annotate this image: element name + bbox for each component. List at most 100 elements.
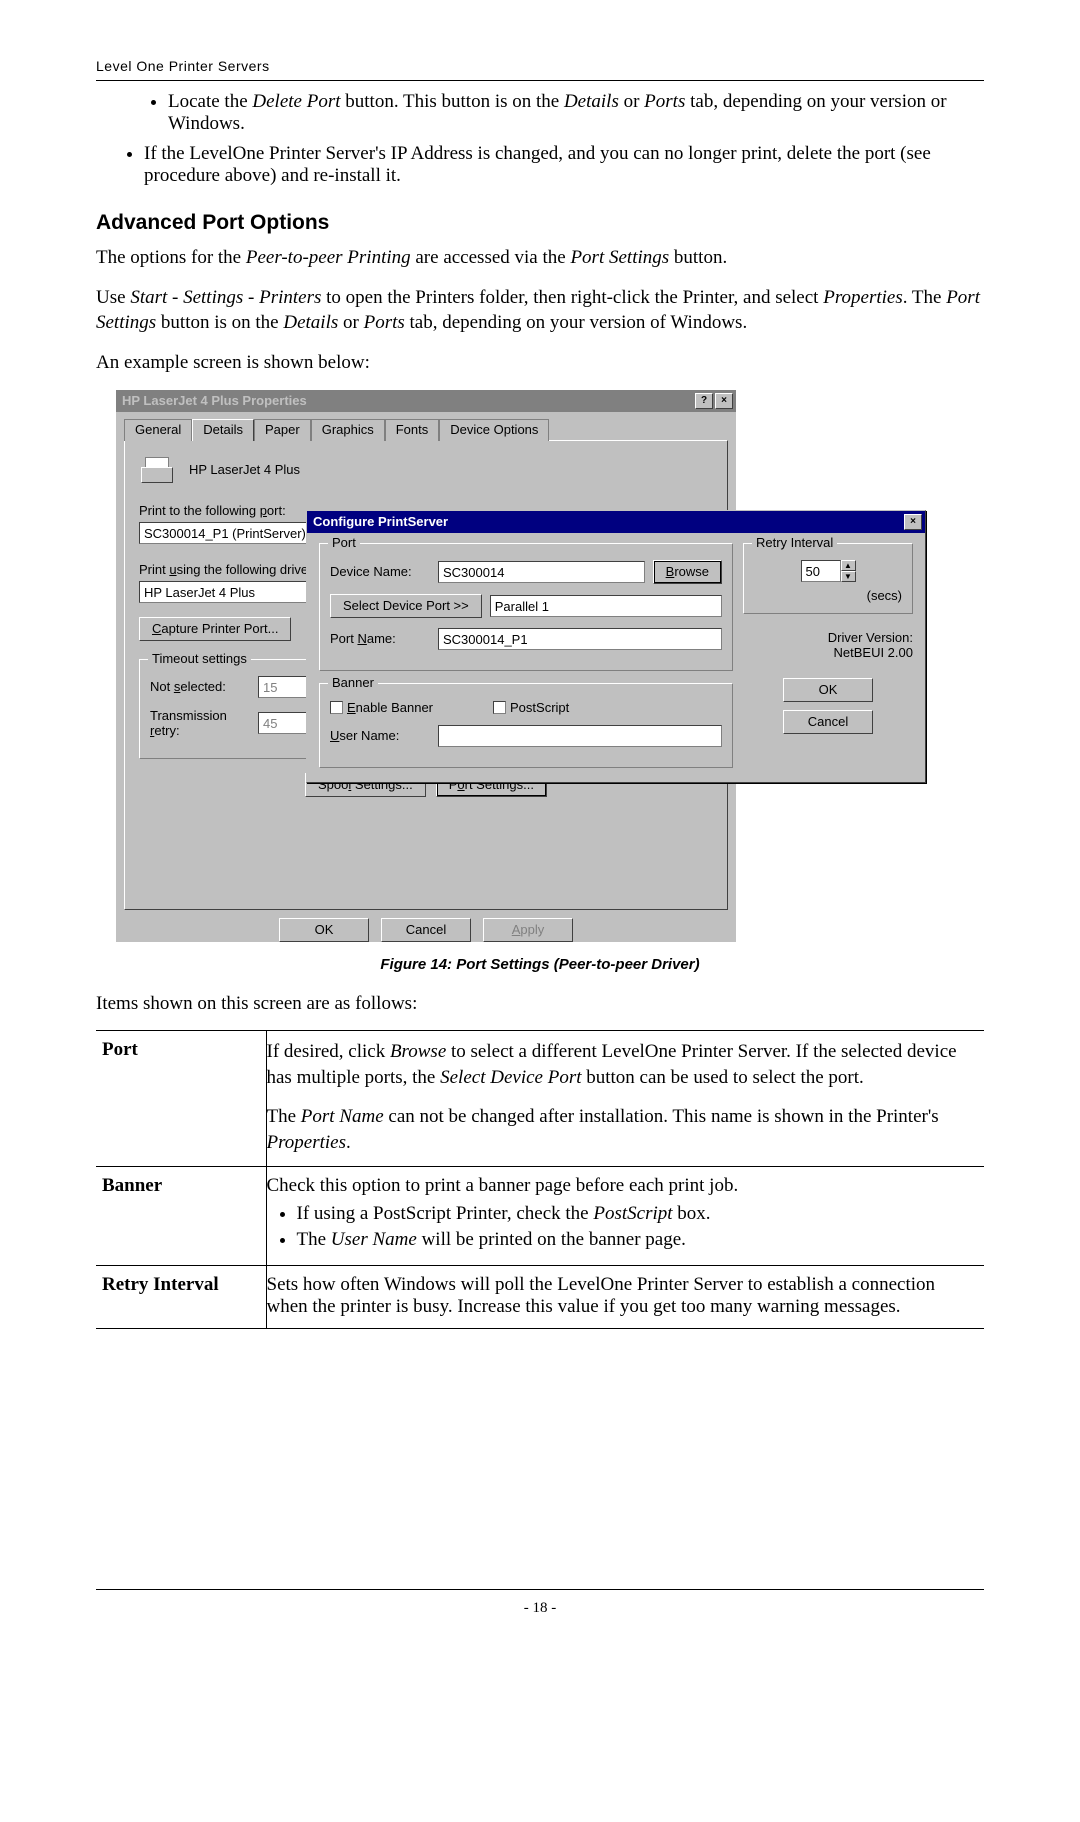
- dialog-button-row: OK Cancel Apply: [124, 918, 728, 942]
- list-item: Locate the Delete Port button. This butt…: [168, 91, 984, 135]
- text: will be printed on the banner page.: [417, 1229, 686, 1250]
- retry-interval-group: Retry Interval 50 ▲▼ (secs): [743, 543, 913, 614]
- row-value: Check this option to print a banner page…: [266, 1166, 984, 1265]
- italic: Properties: [267, 1132, 347, 1153]
- tab-fonts[interactable]: Fonts: [385, 419, 440, 441]
- tab-paper[interactable]: Paper: [254, 419, 311, 441]
- italic: User Name: [331, 1229, 417, 1250]
- text: The: [297, 1229, 331, 1250]
- retry-value[interactable]: 50: [801, 560, 841, 582]
- tab-graphics[interactable]: Graphics: [311, 419, 385, 441]
- table-row: Retry Interval Sets how often Windows wi…: [96, 1265, 984, 1328]
- checkbox-icon: [330, 701, 343, 714]
- text: The: [267, 1106, 301, 1127]
- nested-bullet-list: Locate the Delete Port button. This butt…: [96, 91, 984, 135]
- device-name-input[interactable]: SC300014: [438, 561, 645, 583]
- figure-caption: Figure 14: Port Settings (Peer-to-peer D…: [96, 956, 984, 973]
- italic: Properties: [823, 287, 903, 308]
- cancel-button[interactable]: Cancel: [381, 918, 471, 942]
- label-tx-retry: Transmission retry:: [150, 708, 250, 738]
- paragraph: An example screen is shown below:: [96, 350, 984, 376]
- section-heading: Advanced Port Options: [96, 211, 984, 235]
- port-group: Port Device Name: SC300014 Browse Select…: [319, 543, 733, 671]
- apply-button[interactable]: Apply: [483, 918, 573, 942]
- checkbox-icon: [493, 701, 506, 714]
- italic: Peer-to-peer Printing: [246, 247, 411, 268]
- header-rule: [96, 80, 984, 81]
- italic: Ports: [364, 312, 405, 333]
- tab-details[interactable]: Details: [192, 419, 254, 441]
- list-item: The User Name will be printed on the ban…: [297, 1229, 975, 1251]
- printer-icon: [139, 455, 175, 485]
- close-icon[interactable]: ×: [904, 514, 922, 530]
- dialog-title: Configure PrintServer: [313, 514, 448, 529]
- row-value: Sets how often Windows will poll the Lev…: [266, 1265, 984, 1328]
- label-port-name: Port Name:: [330, 631, 430, 646]
- ok-button[interactable]: OK: [279, 918, 369, 942]
- italic: Start - Settings - Printers: [130, 287, 321, 308]
- spin-up-icon[interactable]: ▲: [841, 560, 856, 571]
- driver-version-label: Driver Version: NetBEUI 2.00: [743, 630, 913, 660]
- label: Driver Version:: [743, 630, 913, 645]
- italic: Port Name: [301, 1106, 384, 1127]
- paragraph: If desired, click Browse to select a dif…: [267, 1039, 975, 1090]
- text: button.: [669, 247, 727, 268]
- italic: Select Device Port: [440, 1067, 581, 1088]
- text: can not be changed after installation. T…: [384, 1106, 939, 1127]
- select-port-value[interactable]: Parallel 1: [490, 595, 722, 617]
- properties-window: HP LaserJet 4 Plus Properties ? × Genera…: [116, 390, 736, 942]
- text: button is on the: [156, 312, 283, 333]
- text: The options for the: [96, 247, 246, 268]
- italic: Delete Port: [252, 91, 340, 112]
- italic: PostScript: [593, 1203, 672, 1224]
- italic: Details: [564, 91, 619, 112]
- text: If using a PostScript Printer, check the: [297, 1203, 594, 1224]
- text: to open the Printers folder, then right-…: [321, 287, 823, 308]
- group-title: Banner: [328, 675, 378, 690]
- italic: Port Settings: [570, 247, 669, 268]
- row-key: Retry Interval: [96, 1265, 266, 1328]
- browse-button[interactable]: Browse: [653, 560, 722, 584]
- paragraph: Items shown on this screen are as follow…: [96, 991, 984, 1017]
- italic: Ports: [644, 91, 685, 112]
- banner-group: Banner Enable Banner PostScript User Nam…: [319, 683, 733, 768]
- titlebar: HP LaserJet 4 Plus Properties ? ×: [116, 390, 736, 412]
- dialog-cancel-button[interactable]: Cancel: [783, 710, 873, 734]
- select-device-port-button[interactable]: Select Device Port >>: [330, 594, 482, 618]
- page-number: - 18 -: [524, 1600, 557, 1616]
- label-device-name: Device Name:: [330, 564, 430, 579]
- row-key: Port: [96, 1031, 266, 1167]
- table-row: Banner Check this option to print a bann…: [96, 1166, 984, 1265]
- text: .: [346, 1132, 351, 1153]
- text: . The: [903, 287, 946, 308]
- row-value: If desired, click Browse to select a dif…: [266, 1031, 984, 1167]
- retry-interval-spinner[interactable]: 50 ▲▼: [801, 560, 856, 582]
- tab-strip: General Details Paper Graphics Fonts Dev…: [124, 418, 728, 440]
- help-icon[interactable]: ?: [695, 393, 713, 409]
- bullet-list: If using a PostScript Printer, check the…: [267, 1203, 975, 1251]
- label-not-selected: Not selected:: [150, 679, 250, 694]
- postscript-checkbox[interactable]: PostScript: [493, 700, 569, 715]
- user-name-input[interactable]: [438, 725, 722, 747]
- tab-device-options[interactable]: Device Options: [439, 419, 549, 441]
- italic: Browse: [390, 1041, 446, 1062]
- label-user-name: User Name:: [330, 728, 430, 743]
- text: Use: [96, 287, 130, 308]
- running-head: Level One Printer Servers: [96, 58, 984, 74]
- dialog-ok-button[interactable]: OK: [783, 678, 873, 702]
- label: PostScript: [510, 700, 569, 715]
- text: button. This button is on the: [341, 91, 564, 112]
- tab-general[interactable]: General: [124, 419, 192, 441]
- row-key: Banner: [96, 1166, 266, 1265]
- paragraph: The options for the Peer-to-peer Printin…: [96, 245, 984, 271]
- spin-down-icon[interactable]: ▼: [841, 571, 856, 582]
- window-title: HP LaserJet 4 Plus Properties: [122, 393, 307, 408]
- enable-banner-checkbox[interactable]: Enable Banner: [330, 700, 433, 715]
- text: or: [619, 91, 644, 112]
- capture-printer-port-button[interactable]: Capture Printer Port...: [139, 617, 291, 641]
- group-title: Retry Interval: [752, 535, 837, 550]
- close-icon[interactable]: ×: [715, 393, 733, 409]
- port-name-input[interactable]: SC300014_P1: [438, 628, 722, 650]
- list-item: If using a PostScript Printer, check the…: [297, 1203, 975, 1225]
- italic: Details: [283, 312, 338, 333]
